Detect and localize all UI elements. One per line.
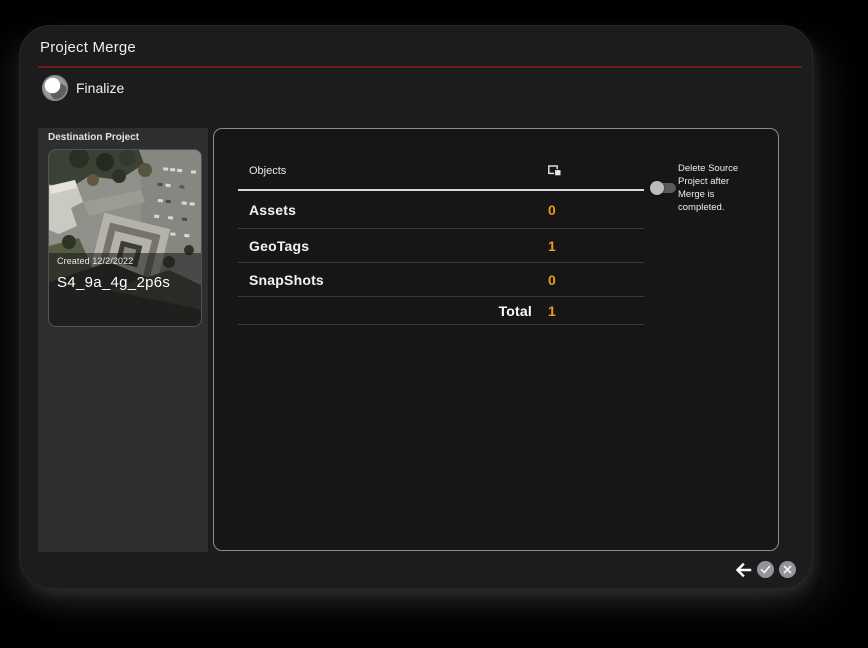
toggle-label-line: Project after — [678, 176, 730, 187]
objects-table: Objects Assets 0 GeoTags 1 SnapShots 0 T… — [238, 129, 644, 325]
delete-source-toggle[interactable] — [650, 180, 678, 196]
table-row-snapshots: SnapShots 0 — [238, 263, 644, 297]
table-row-assets: Assets 0 — [238, 191, 644, 229]
thumbnail-caption-overlay: Created 12/2/2022 S4_9a_4g_2p6s — [49, 253, 201, 326]
row-value: 0 — [548, 271, 556, 288]
finalize-step: Finalize — [42, 75, 124, 101]
row-label: SnapShots — [249, 271, 324, 288]
objects-column-label: Objects — [249, 165, 287, 177]
title-divider — [38, 66, 802, 68]
page-title: Project Merge — [40, 39, 136, 56]
toggle-knob — [650, 181, 664, 195]
check-circle-icon — [757, 561, 774, 578]
overlapping-frames-icon — [548, 165, 562, 177]
delete-source-toggle-label: Delete Source Project after Merge is com… — [678, 162, 764, 214]
back-button[interactable] — [734, 562, 752, 578]
merge-circles-icon — [42, 75, 68, 101]
toggle-label-line: Merge is — [678, 189, 715, 200]
screen-background: Project Merge Finalize Destination Proje… — [0, 0, 868, 648]
table-row-total: Total 1 — [238, 297, 644, 325]
footer-actions — [734, 561, 796, 578]
row-value: 1 — [548, 237, 556, 254]
project-created-date: Created 12/2/2022 — [57, 256, 134, 266]
toggle-label-line: completed. — [678, 202, 725, 213]
toggle-label-line: Delete Source — [678, 163, 739, 174]
project-name: S4_9a_4g_2p6s — [57, 274, 171, 291]
close-circle-icon — [779, 561, 796, 578]
cancel-button[interactable] — [779, 561, 796, 578]
merge-summary-panel: Objects Assets 0 GeoTags 1 SnapShots 0 T… — [213, 128, 779, 551]
row-label: GeoTags — [249, 237, 310, 254]
row-value: 0 — [548, 201, 556, 218]
total-value: 1 — [548, 302, 556, 319]
confirm-button[interactable] — [757, 561, 774, 578]
total-label: Total — [498, 302, 532, 319]
objects-table-header: Objects — [238, 153, 644, 191]
destination-project-panel: Destination Project Created 12/2/2022 S4… — [38, 128, 208, 552]
finalize-label: Finalize — [76, 80, 125, 96]
destination-project-label: Destination Project — [48, 132, 140, 143]
project-thumbnail-card[interactable]: Created 12/2/2022 S4_9a_4g_2p6s — [48, 149, 202, 327]
row-label: Assets — [249, 201, 297, 218]
back-arrow-icon — [735, 562, 752, 577]
table-row-geotags: GeoTags 1 — [238, 229, 644, 263]
project-merge-dialog: Project Merge Finalize Destination Proje… — [20, 26, 812, 588]
